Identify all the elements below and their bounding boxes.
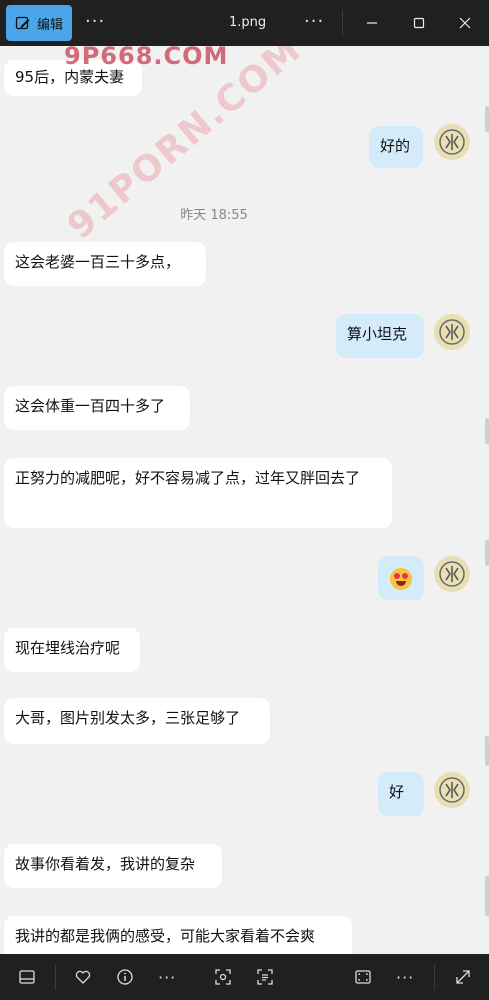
visual-search-icon: [215, 969, 231, 985]
avatar[interactable]: [434, 772, 470, 808]
chat-message: 我讲的都是我俩的感受，可能大家看着不会爽: [4, 916, 352, 954]
scroll-marker: [485, 418, 489, 444]
fit-to-window-button[interactable]: [352, 966, 374, 988]
emblem-icon: [439, 129, 465, 155]
chat-message: 这会老婆一百三十多点，: [4, 242, 206, 286]
chat-message: 正努力的减肥呢，好不容易减了点，过年又胖回去了: [4, 458, 392, 528]
info-button[interactable]: [114, 966, 136, 988]
scan-text-icon: [257, 969, 273, 985]
emblem-icon: [439, 319, 465, 345]
chat-message: [378, 556, 424, 600]
title-bar: 编辑 ··· 1.png ···: [0, 0, 489, 46]
scroll-marker: [485, 540, 489, 566]
chat-message: 算小坦克: [336, 314, 424, 358]
file-name: 1.png: [229, 15, 267, 30]
scroll-marker: [485, 106, 489, 132]
filmstrip-button[interactable]: [16, 966, 38, 988]
chat-view[interactable]: 95后，内蒙夫妻 好的 昨天 18:55 这会老婆一百三十多点， 算小坦克 这会…: [0, 46, 489, 954]
more-options-button[interactable]: ···: [85, 11, 105, 32]
info-icon: [117, 969, 133, 985]
visual-search-button[interactable]: [212, 966, 234, 988]
zoom-more-button[interactable]: ···: [396, 968, 414, 987]
chat-message: 这会体重一百四十多了: [4, 386, 190, 430]
heart-icon: [75, 970, 91, 984]
edit-image-icon: [15, 16, 30, 30]
toolbar-divider: [434, 964, 435, 990]
star-struck-emoji-icon: [390, 567, 412, 590]
edit-button-label: 编辑: [36, 17, 63, 33]
favorite-button[interactable]: [72, 966, 94, 988]
copy-text-button[interactable]: [254, 966, 276, 988]
filmstrip-icon: [19, 970, 35, 984]
more-options-button[interactable]: ···: [158, 968, 176, 987]
avatar[interactable]: [434, 556, 470, 592]
maximize-icon: [413, 17, 425, 29]
scroll-marker: [485, 876, 489, 916]
emblem-icon: [439, 777, 465, 803]
chat-timestamp: 昨天 18:55: [180, 208, 248, 223]
title-divider: [342, 10, 343, 36]
chat-message: 大哥，图片别发太多，三张足够了: [4, 698, 270, 744]
close-icon: [459, 17, 471, 29]
chat-message: 95后，内蒙夫妻: [4, 60, 142, 96]
minimize-icon: [367, 22, 377, 24]
title-more-button[interactable]: ···: [304, 11, 324, 32]
close-button[interactable]: [452, 10, 478, 36]
toolbar-divider: [55, 964, 56, 990]
bottom-toolbar: ··· ···: [0, 954, 489, 1000]
avatar[interactable]: [434, 314, 470, 350]
chat-message: 现在埋线治疗呢: [4, 628, 140, 672]
chat-message: 故事你看着发，我讲的复杂: [4, 844, 222, 888]
avatar[interactable]: [434, 124, 470, 160]
expand-icon: [456, 970, 470, 984]
maximize-button[interactable]: [406, 10, 432, 36]
chat-message: 好: [378, 772, 424, 816]
chat-message: 好的: [369, 126, 423, 168]
minimize-button[interactable]: [359, 10, 385, 36]
fit-window-icon: [355, 970, 371, 984]
full-screen-button[interactable]: [452, 966, 474, 988]
scroll-marker: [485, 736, 489, 766]
emblem-icon: [439, 561, 465, 587]
edit-button[interactable]: 编辑: [6, 5, 72, 41]
